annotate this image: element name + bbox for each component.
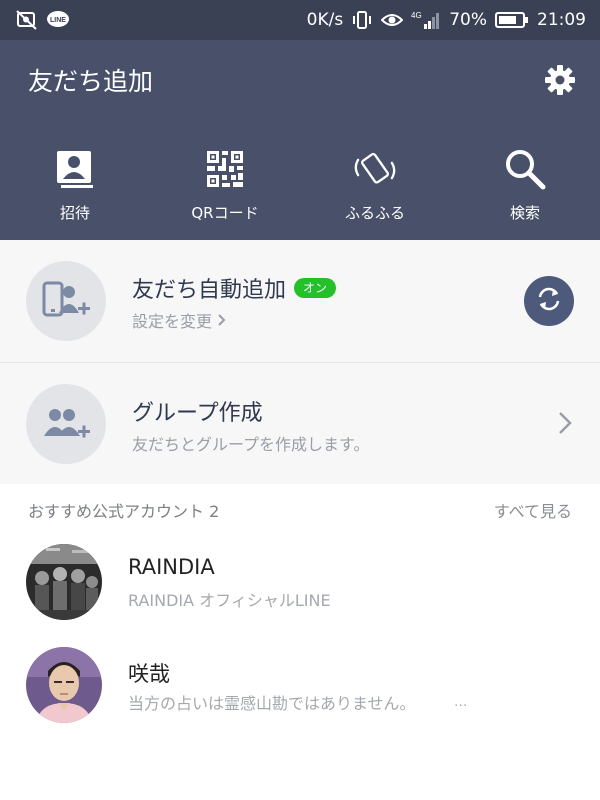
- auto-add-title-text: 友だち自動追加: [132, 278, 287, 303]
- list-item[interactable]: RAINDIA RAINDIA オフィシャルLINE: [0, 535, 600, 635]
- battery-icon: [495, 11, 529, 29]
- auto-add-friends-row[interactable]: 友だち自動追加 オン 設定を変更: [0, 240, 600, 362]
- chevron-right-icon: [218, 311, 226, 330]
- more-indicator: ...: [454, 694, 468, 710]
- clock: 21:09: [537, 10, 586, 30]
- phone-add-friend-icon: [26, 261, 106, 341]
- account-name: 咲哉: [128, 662, 170, 686]
- chevron-right-icon: [558, 411, 572, 435]
- list-item[interactable]: 咲哉 当方の占いは霊感山勘ではありません。 ...: [0, 638, 600, 738]
- signal-icon: 4G: [411, 10, 441, 30]
- search-button[interactable]: 検索: [450, 146, 600, 226]
- add-method-actions: 招待 QRコード ふるふる 検索: [0, 146, 600, 226]
- sync-button[interactable]: [524, 276, 574, 326]
- vibrate-icon: [351, 10, 373, 30]
- search-label: 検索: [509, 204, 540, 222]
- invite-label: 招待: [59, 204, 90, 222]
- network-type-text: 4G: [411, 11, 422, 20]
- see-all-link[interactable]: すべて見る: [494, 498, 572, 522]
- auto-add-title: 友だち自動追加 オン: [132, 272, 337, 304]
- status-bar: LINE 0K/s 4G 70% 21:09: [0, 0, 600, 40]
- shake-phone-icon: [352, 146, 398, 192]
- account-name: RAINDIA: [128, 555, 215, 579]
- change-settings-link[interactable]: 設定を変更: [132, 308, 226, 332]
- gear-icon[interactable]: [544, 64, 576, 96]
- qr-code-label: QRコード: [191, 204, 259, 222]
- account-description: RAINDIA オフィシャルLINE: [128, 591, 331, 610]
- recommended-title: おすすめ公式アカウント 2: [28, 502, 220, 521]
- group-add-icon: [26, 384, 106, 464]
- sync-icon: [535, 285, 563, 317]
- create-group-subtitle: 友だちとグループを作成します。: [132, 435, 370, 454]
- eye-icon: [381, 12, 404, 28]
- shake-button[interactable]: ふるふる: [300, 146, 450, 226]
- status-badge: オン: [294, 278, 337, 298]
- create-group-row[interactable]: グループ作成 友だちとグループを作成します。: [0, 362, 600, 484]
- qr-code-icon: [202, 146, 248, 192]
- shake-label: ふるふる: [344, 204, 405, 222]
- search-icon: [502, 146, 548, 192]
- line-badge-text: LINE: [50, 17, 66, 24]
- header: 友だち追加 招待 QRコード ふるふる 検索: [0, 40, 600, 240]
- change-settings-text: 設定を変更: [132, 312, 213, 331]
- battery-percent: 70%: [449, 10, 487, 30]
- avatar: [26, 647, 102, 723]
- qr-code-button[interactable]: QRコード: [150, 146, 300, 226]
- page-title: 友だち追加: [28, 67, 154, 96]
- no-image-notification-icon: [16, 10, 38, 30]
- account-description: 当方の占いは霊感山勘ではありません。: [128, 694, 416, 713]
- line-notification-icon: LINE: [46, 10, 70, 30]
- create-group-title: グループ作成: [132, 401, 263, 426]
- recommended-accounts-header: おすすめ公式アカウント 2 すべて見る: [0, 485, 600, 535]
- invite-button[interactable]: 招待: [0, 146, 150, 226]
- network-speed: 0K/s: [306, 10, 344, 30]
- contact-card-icon: [52, 146, 98, 192]
- avatar: [26, 544, 102, 620]
